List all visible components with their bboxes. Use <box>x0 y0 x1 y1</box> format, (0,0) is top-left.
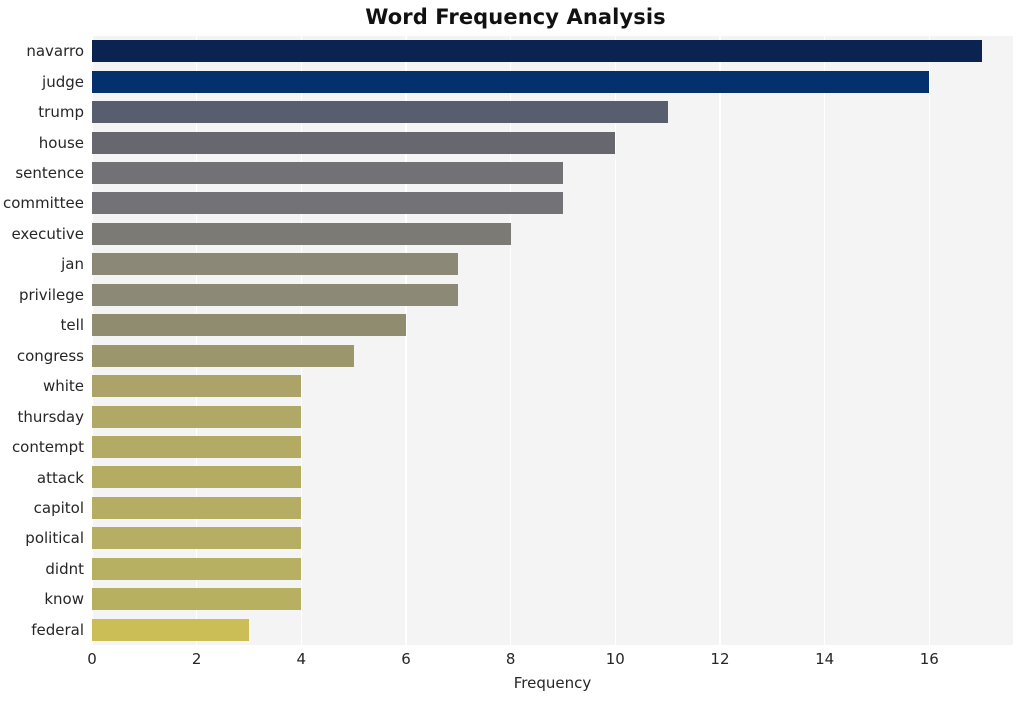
bar-trump <box>92 101 668 124</box>
bar-congress <box>92 344 354 367</box>
y-tick-committee: committee <box>2 194 84 213</box>
bar-capitol <box>92 496 302 519</box>
bar-row <box>92 188 1013 218</box>
y-tick-contempt: contempt <box>11 438 84 457</box>
y-tick-attack: attack <box>36 468 84 487</box>
bar-know <box>92 588 302 611</box>
y-tick-trump: trump <box>38 103 84 122</box>
y-tick-jan: jan <box>61 255 84 274</box>
y-tick-house: house <box>38 133 84 152</box>
bar-house <box>92 131 616 154</box>
x-axis-label: Frequency <box>513 674 592 692</box>
y-tick-white: white <box>42 377 84 396</box>
x-axis-tick-labels: 0 2 4 6 8 10 12 14 16 <box>87 650 1013 672</box>
bar-attack <box>92 466 302 489</box>
bar-navarro <box>92 40 982 63</box>
y-tick-congress: congress <box>16 346 84 365</box>
chart-title: Word Frequency Analysis <box>365 5 666 29</box>
x-tick-0: 0 <box>87 650 97 668</box>
bar-thursday <box>92 405 302 428</box>
bar-row <box>92 127 1013 157</box>
bar-federal <box>92 618 249 641</box>
y-tick-know: know <box>44 590 84 609</box>
bar-row <box>92 219 1013 249</box>
bar-row <box>92 554 1013 584</box>
bar-row <box>92 66 1013 96</box>
bar-row <box>92 341 1013 371</box>
bar-series <box>92 36 1013 645</box>
bar-row <box>92 371 1013 401</box>
y-tick-sentence: sentence <box>15 164 84 183</box>
bar-sentence <box>92 161 563 184</box>
chart-figure: Word Frequency Analysis navarro judge trum… <box>0 0 1031 701</box>
y-tick-judge: judge <box>42 72 84 91</box>
bar-row <box>92 158 1013 188</box>
y-tick-thursday: thursday <box>17 407 84 426</box>
x-tick-8: 8 <box>505 650 516 668</box>
bar-privilege <box>92 283 459 306</box>
bar-row <box>92 584 1013 614</box>
bar-row <box>92 615 1013 645</box>
plot-area <box>92 36 1013 645</box>
x-tick-10: 10 <box>605 650 625 668</box>
bar-contempt <box>92 436 302 459</box>
x-tick-14: 14 <box>815 650 835 668</box>
bar-row <box>92 280 1013 310</box>
y-axis-tick-labels: navarro judge trump house sentence committee e… <box>0 36 84 645</box>
bar-executive <box>92 222 511 245</box>
y-tick-navarro: navarro <box>26 42 84 61</box>
x-tick-6: 6 <box>401 650 411 668</box>
bar-row <box>92 97 1013 127</box>
y-tick-tell: tell <box>60 316 84 335</box>
x-tick-12: 12 <box>710 650 730 668</box>
bar-row <box>92 36 1013 66</box>
bar-row <box>92 310 1013 340</box>
bar-judge <box>92 70 930 93</box>
bar-row <box>92 493 1013 523</box>
y-tick-capitol: capitol <box>33 498 84 517</box>
bar-row <box>92 462 1013 492</box>
bar-political <box>92 527 302 550</box>
x-tick-16: 16 <box>919 650 939 668</box>
y-tick-federal: federal <box>31 620 84 639</box>
bar-white <box>92 375 302 398</box>
bar-row <box>92 523 1013 553</box>
x-tick-4: 4 <box>296 650 307 668</box>
bar-didnt <box>92 557 302 580</box>
y-tick-political: political <box>25 529 84 548</box>
y-tick-executive: executive <box>11 224 84 243</box>
y-tick-didnt: didnt <box>45 559 84 578</box>
bar-tell <box>92 314 406 337</box>
x-tick-2: 2 <box>191 650 202 668</box>
bar-row <box>92 249 1013 279</box>
bar-committee <box>92 192 563 215</box>
bar-row <box>92 432 1013 462</box>
y-tick-privilege: privilege <box>18 285 84 304</box>
bar-row <box>92 401 1013 431</box>
bar-jan <box>92 253 459 276</box>
